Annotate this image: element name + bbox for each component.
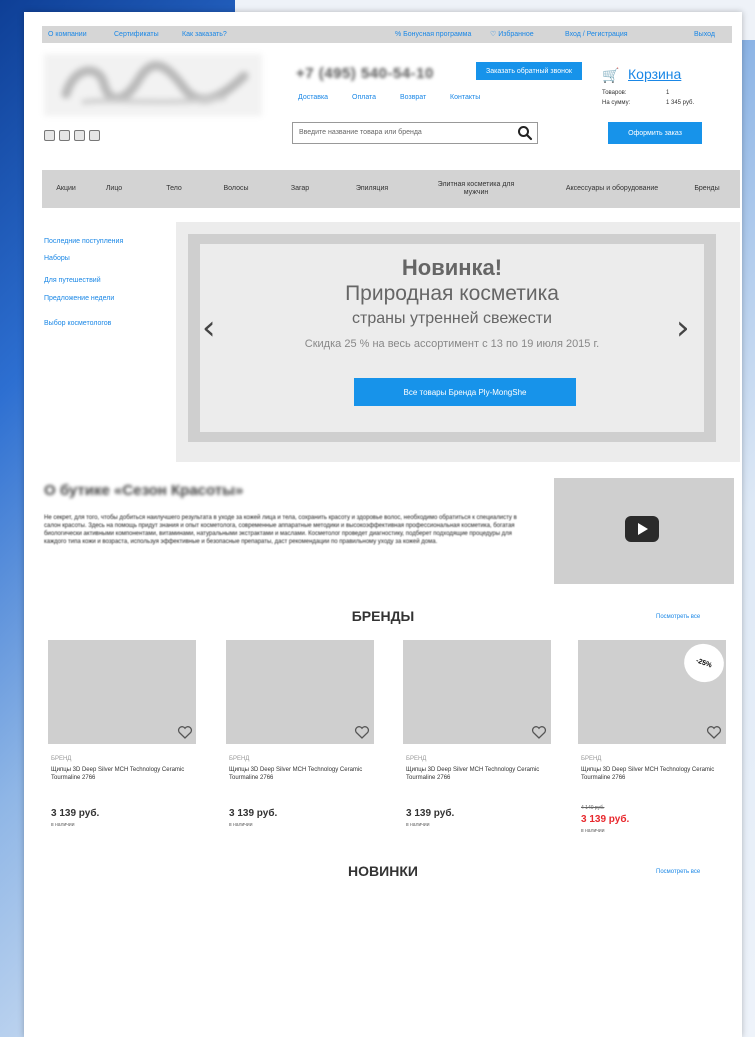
product-stock: в наличии — [51, 822, 75, 828]
menu-item-hair[interactable]: Волосы — [210, 170, 262, 208]
menu-item-men[interactable]: Элитная косметика для мужчин — [434, 170, 518, 208]
heart-icon[interactable] — [531, 724, 547, 740]
main-menu: Акции Лицо Тело Волосы Загар Эпиляция Эл… — [42, 170, 740, 208]
about-link[interactable]: О компании — [48, 26, 87, 43]
product-image[interactable] — [48, 640, 196, 744]
new-see-all[interactable]: Посмотреть все — [656, 869, 700, 875]
search-input[interactable]: Введите название товара или бренда — [292, 122, 538, 144]
product-name[interactable]: Щипцы 3D Deep Silver MCH Technology Cera… — [406, 766, 546, 782]
product-brand: БРЕНД — [51, 756, 72, 762]
exit-link[interactable]: Выход — [694, 26, 715, 43]
search-icon[interactable] — [517, 125, 533, 141]
bonus-link[interactable]: % Бонусная программа — [395, 26, 471, 43]
sidebar-item-latest[interactable]: Последние поступления — [44, 238, 123, 245]
banner-button[interactable]: Все товары Бренда Ply-MongShe — [354, 378, 576, 406]
nav-payment[interactable]: Оплата — [352, 94, 376, 101]
login-link[interactable]: Вход / Регистрация — [565, 26, 628, 43]
heart-icon[interactable] — [354, 724, 370, 740]
product-price: 3 139 руб. — [229, 808, 278, 819]
heart-icon[interactable] — [177, 724, 193, 740]
social-icon[interactable] — [59, 130, 70, 141]
phone-number: +7 (495) 540-54-10 — [296, 65, 434, 82]
cart-items-value: 1 — [666, 90, 670, 96]
social-icon[interactable] — [44, 130, 55, 141]
banner-discount: Скидка 25 % на весь ассортимент с 13 по … — [304, 338, 600, 350]
product-name[interactable]: Щипцы 3D Deep Silver MCH Technology Cera… — [51, 766, 191, 782]
product-name[interactable]: Щипцы 3D Deep Silver MCH Technology Cera… — [581, 766, 721, 782]
nav-contacts[interactable]: Контакты — [450, 94, 480, 101]
product-image[interactable] — [226, 640, 374, 744]
new-title: НОВИНКИ — [348, 863, 418, 879]
cart-sum-label: На сумму: — [602, 100, 631, 106]
banner-subtitle: Природная косметика — [345, 282, 559, 305]
nav-delivery[interactable]: Доставка — [298, 94, 328, 101]
banner-subtitle2: страны утренней свежести — [352, 310, 552, 327]
product-stock: в наличии — [581, 828, 605, 834]
cart-icon[interactable]: 🛒 — [602, 68, 619, 82]
menu-item-body[interactable]: Тело — [152, 170, 196, 208]
chevron-left-icon[interactable]: ‹ — [202, 308, 216, 348]
chevron-right-icon[interactable]: › — [676, 308, 690, 348]
logo[interactable] — [44, 54, 262, 116]
certificates-link[interactable]: Сертификаты — [114, 26, 159, 43]
banner-title: Новинка! — [401, 255, 503, 280]
social-icon[interactable] — [89, 130, 100, 141]
product-brand: БРЕНД — [229, 756, 250, 762]
about-title: О бутике «Сезон Красоты» — [44, 482, 244, 499]
about-text: Не секрет, для того, чтобы добиться наил… — [44, 515, 517, 545]
product-price: 3 139 руб. — [581, 814, 630, 825]
page: О компании Сертификаты Как заказать? % Б… — [24, 12, 742, 1037]
social-icon[interactable] — [74, 130, 85, 141]
product-old-price: 4 140 руб. — [581, 805, 605, 811]
menu-item-sales[interactable]: Акции — [44, 170, 88, 208]
checkout-button[interactable]: Оформить заказ — [608, 122, 702, 144]
brands-title: БРЕНДЫ — [351, 608, 415, 624]
menu-item-face[interactable]: Лицо — [92, 170, 136, 208]
sidebar-item-travel[interactable]: Для путешествий — [44, 277, 101, 284]
how-to-order-link[interactable]: Как заказать? — [182, 26, 227, 43]
product-price: 3 139 руб. — [51, 808, 100, 819]
product-stock: в наличии — [406, 822, 430, 828]
menu-item-epilation[interactable]: Эпиляция — [342, 170, 402, 208]
brands-see-all[interactable]: Посмотреть все — [656, 614, 700, 620]
sidebar-item-cosmetologists[interactable]: Выбор косметологов — [44, 320, 111, 327]
sidebar-item-week[interactable]: Предложение недели — [44, 295, 114, 302]
sidebar-item-sets[interactable]: Наборы — [44, 255, 70, 262]
play-icon[interactable] — [625, 516, 659, 542]
top-bar: О компании Сертификаты Как заказать? % Б… — [42, 26, 732, 43]
favorites-link[interactable]: ♡ Избранное — [490, 26, 534, 43]
nav-return[interactable]: Возврат — [400, 94, 426, 101]
heart-icon[interactable] — [706, 724, 722, 740]
product-brand: БРЕНД — [581, 756, 602, 762]
cart-link[interactable]: Корзина — [628, 66, 681, 82]
search-placeholder: Введите название товара или бренда — [299, 129, 422, 136]
product-brand: БРЕНД — [406, 756, 427, 762]
cart-items-label: Товаров: — [602, 90, 627, 96]
callback-button[interactable]: Заказать обратный звонок — [476, 62, 582, 80]
menu-item-brands[interactable]: Бренды — [678, 170, 736, 208]
menu-item-tan[interactable]: Загар — [278, 170, 322, 208]
cart-sum-value: 1 345 руб. — [666, 100, 695, 106]
product-image[interactable] — [403, 640, 551, 744]
menu-item-accessories[interactable]: Аксессуары и оборудование — [564, 170, 660, 208]
product-name[interactable]: Щипцы 3D Deep Silver MCH Technology Cera… — [229, 766, 369, 782]
product-price: 3 139 руб. — [406, 808, 455, 819]
product-stock: в наличии — [229, 822, 253, 828]
